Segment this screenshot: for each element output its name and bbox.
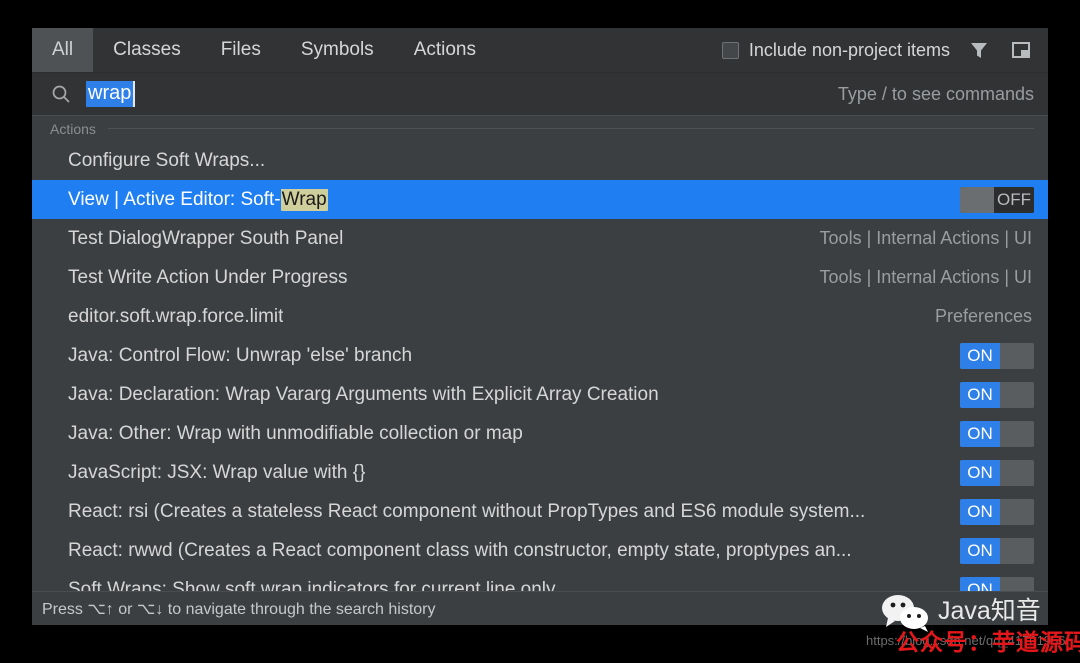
result-row-toggle[interactable]: ON xyxy=(960,537,1034,564)
result-row-label: JavaScript: JSX: Wrap value with {} xyxy=(68,461,366,483)
result-row-label: Soft Wraps: Show soft wrap indicators fo… xyxy=(68,578,556,592)
toggle-state-label: ON xyxy=(960,420,1000,447)
toggle-state-label: ON xyxy=(960,342,1000,369)
result-row-label: Test DialogWrapper South Panel xyxy=(68,227,344,249)
group-header-label: Actions xyxy=(50,120,96,137)
result-row-label: Java: Control Flow: Unwrap 'else' branch xyxy=(68,344,413,366)
result-row-label: Java: Other: Wrap with unmodifiable coll… xyxy=(68,422,523,444)
result-row-label: View | Active Editor: Soft-Wrap xyxy=(68,188,328,211)
preview-panel-icon[interactable] xyxy=(1008,37,1034,63)
toggle-state-label: ON xyxy=(960,381,1000,408)
include-non-project-label: Include non-project items xyxy=(748,39,950,60)
group-header-rule xyxy=(107,128,1034,129)
toggle-state-label: ON xyxy=(960,576,1000,591)
result-row-toggle[interactable]: ON xyxy=(960,576,1034,591)
result-row[interactable]: Soft Wraps: Show soft wrap indicators fo… xyxy=(32,570,1048,591)
tab-actions-label: Actions xyxy=(413,39,476,60)
group-header-actions: Actions xyxy=(32,116,1048,141)
result-row-meta: Tools | Internal Actions | UI xyxy=(819,228,1032,248)
result-row[interactable]: View | Active Editor: Soft-Wrap OFF xyxy=(32,180,1048,219)
tab-bar: All Classes Files Symbols Actions Includ… xyxy=(32,28,1048,73)
toggle-knob-icon xyxy=(1000,498,1034,525)
result-row-label: Test Write Action Under Progress xyxy=(68,266,348,288)
toggle-state-label: ON xyxy=(960,537,1000,564)
toggle-knob-icon xyxy=(1000,459,1034,486)
result-row[interactable]: editor.soft.wrap.force.limit Preferences xyxy=(32,297,1048,336)
toggle-knob-icon xyxy=(1000,537,1034,564)
tab-classes-label: Classes xyxy=(113,39,181,60)
tab-actions[interactable]: Actions xyxy=(394,28,496,72)
result-row-toggle[interactable]: ON xyxy=(960,420,1034,447)
result-row[interactable]: React: rsi (Creates a stateless React co… xyxy=(32,492,1048,531)
watermark-red-text: 公众号：芋道源码 xyxy=(896,629,1080,655)
footer-hint-bar: Press ⌥↑ or ⌥↓ to navigate through the s… xyxy=(32,591,1048,625)
tab-symbols[interactable]: Symbols xyxy=(281,28,394,72)
tab-files[interactable]: Files xyxy=(201,28,281,72)
result-row-match-highlight: Wrap xyxy=(280,188,328,211)
toggle-knob-icon xyxy=(1000,420,1034,447)
watermark-url: https://blog.csdn.net/qq_41701956 xyxy=(866,633,1066,648)
result-row[interactable]: Java: Other: Wrap with unmodifiable coll… xyxy=(32,414,1048,453)
toggle-state-label: ON xyxy=(960,459,1000,486)
result-row-label: Configure Soft Wraps... xyxy=(68,149,266,171)
result-row-label: React: rsi (Creates a stateless React co… xyxy=(68,500,866,522)
result-row-toggle[interactable]: ON xyxy=(960,498,1034,525)
result-row[interactable]: Java: Control Flow: Unwrap 'else' branch… xyxy=(32,336,1048,375)
result-row[interactable]: Test Write Action Under Progress Tools | … xyxy=(32,258,1048,297)
toggle-knob-icon xyxy=(1000,381,1034,408)
result-list: Configure Soft Wraps... View | Active Edi… xyxy=(32,141,1048,591)
footer-hint-text: Press ⌥↑ or ⌥↓ to navigate through the s… xyxy=(42,600,436,618)
result-row-label: editor.soft.wrap.force.limit xyxy=(68,305,284,327)
result-row[interactable]: Java: Declaration: Wrap Vararg Arguments… xyxy=(32,375,1048,414)
checkbox-box-icon xyxy=(721,41,739,59)
tab-all[interactable]: All xyxy=(32,28,94,72)
toggle-knob-icon xyxy=(960,186,994,213)
header-controls: Include non-project items xyxy=(721,28,1048,72)
result-row-toggle[interactable]: ON xyxy=(960,381,1034,408)
filter-funnel-icon[interactable] xyxy=(966,37,992,63)
result-row[interactable]: Test DialogWrapper South Panel Tools | In… xyxy=(32,219,1048,258)
toggle-knob-icon xyxy=(1000,342,1034,369)
include-non-project-checkbox[interactable]: Include non-project items xyxy=(721,39,950,61)
result-row-toggle[interactable]: OFF xyxy=(960,186,1034,213)
result-row[interactable]: Configure Soft Wraps... xyxy=(32,141,1048,180)
tab-symbols-label: Symbols xyxy=(300,39,374,60)
tab-all-label: All xyxy=(52,39,74,60)
result-row-label: Java: Declaration: Wrap Vararg Arguments… xyxy=(68,383,659,405)
result-row-toggle[interactable]: ON xyxy=(960,459,1034,486)
search-input[interactable]: wrap xyxy=(86,81,136,107)
tab-classes[interactable]: Classes xyxy=(93,28,201,72)
result-row[interactable]: JavaScript: JSX: Wrap value with {} ON xyxy=(32,453,1048,492)
result-row-label: React: rwwd (Creates a React component c… xyxy=(68,539,852,561)
result-row-toggle[interactable]: ON xyxy=(960,342,1034,369)
toggle-knob-icon xyxy=(1000,576,1034,591)
toggle-state-label: ON xyxy=(960,498,1000,525)
tab-bar-spacer xyxy=(496,28,722,72)
toggle-state-label: OFF xyxy=(994,186,1034,213)
tab-files-label: Files xyxy=(220,39,261,60)
search-everywhere-dialog: All Classes Files Symbols Actions Includ… xyxy=(32,28,1048,625)
result-row[interactable]: React: rwwd (Creates a React component c… xyxy=(32,531,1048,570)
search-row[interactable]: wrap Type / to see commands xyxy=(32,73,1048,116)
result-row-meta: Preferences xyxy=(934,306,1032,326)
search-icon xyxy=(50,83,72,105)
search-hint: Type / to see commands xyxy=(837,83,1034,104)
result-row-meta: Tools | Internal Actions | UI xyxy=(819,267,1032,287)
result-row-label-prefix: View | Active Editor: Soft- xyxy=(68,188,281,210)
